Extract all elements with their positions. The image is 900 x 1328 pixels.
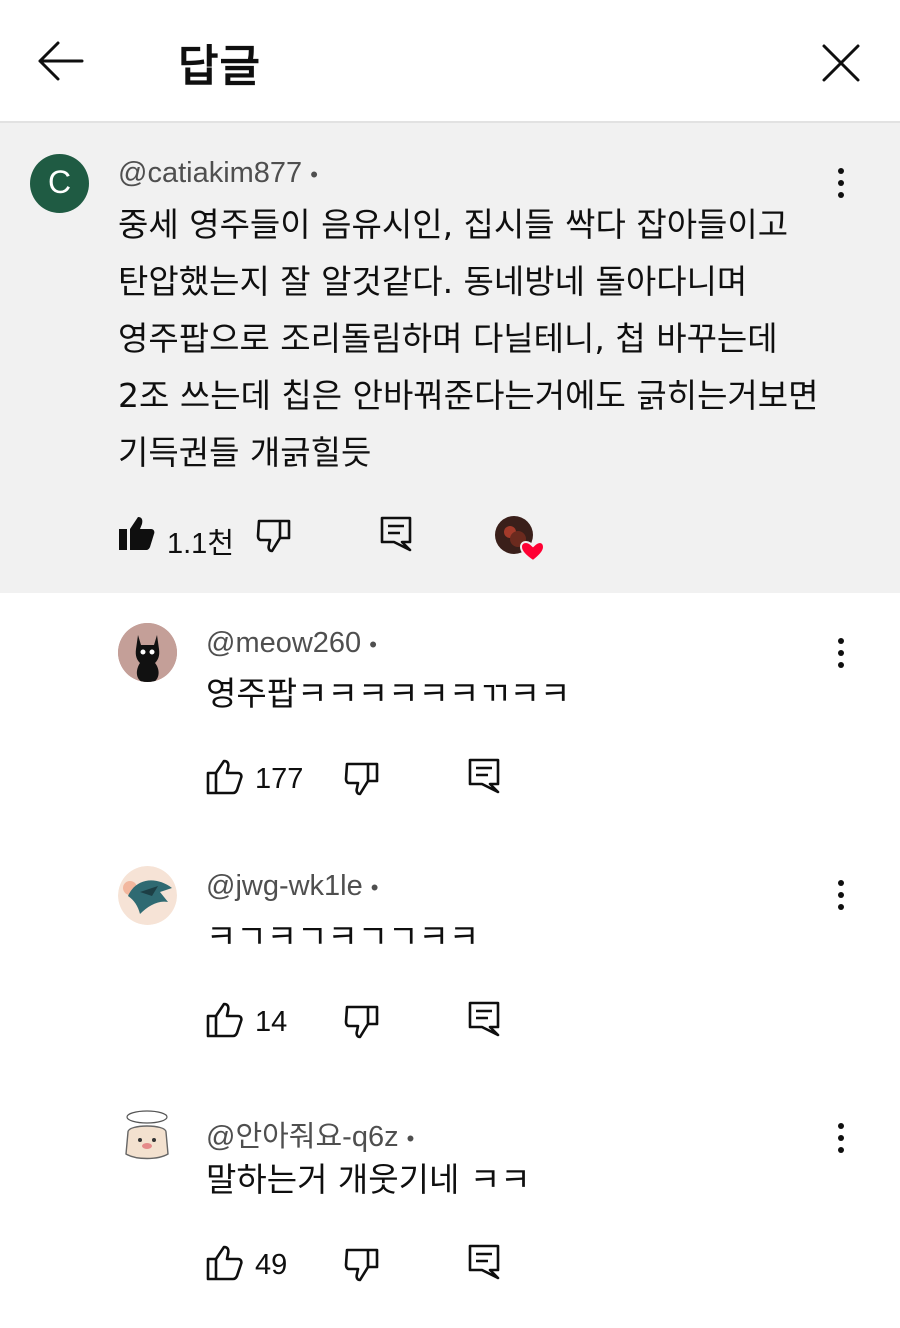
like-button[interactable]: [206, 1002, 244, 1038]
creator-avatar-heart-icon: [495, 516, 546, 563]
thumbs-up-icon: [206, 1245, 243, 1281]
reply-button[interactable]: [468, 1244, 500, 1280]
bear-avatar-icon: [118, 1108, 177, 1167]
comment-icon: [468, 1244, 500, 1280]
like-count: 177: [255, 763, 304, 795]
more-options-button[interactable]: [835, 638, 847, 676]
separator-dot: •: [310, 162, 318, 187]
comment-text: 영주팝ㅋㅋㅋㅋㅋㅋㄲㅋㅋ: [206, 674, 571, 713]
reply-button[interactable]: [468, 758, 500, 794]
dislike-button[interactable]: [344, 1004, 380, 1040]
comment-text: ㅋㄱㅋㄱㅋㄱㄱㅋㅋ: [206, 917, 480, 956]
like-count: 1.1천: [167, 528, 234, 560]
author-handle[interactable]: @catiakim877: [118, 157, 302, 189]
arrow-left-icon: [38, 41, 84, 81]
avatar[interactable]: [118, 623, 177, 682]
back-button[interactable]: [34, 38, 86, 84]
comment-icon: [380, 516, 412, 552]
separator-dot: •: [369, 632, 377, 657]
like-count: 49: [255, 1249, 288, 1281]
thumbs-down-icon: [256, 519, 291, 553]
thumbs-down-icon: [344, 762, 379, 796]
reply-button[interactable]: [380, 516, 412, 552]
header: 답글: [0, 0, 900, 123]
like-button[interactable]: [206, 759, 244, 795]
creator-heart: [494, 515, 546, 563]
author-handle[interactable]: @meow260: [206, 627, 361, 659]
thumbs-up-icon: [206, 759, 243, 795]
avatar[interactable]: C: [30, 154, 89, 213]
comment-author[interactable]: @안아줘요-q6z •: [206, 1113, 414, 1155]
page-title: 답글: [178, 41, 261, 92]
comment-icon: [468, 1001, 500, 1037]
more-vert-icon: [838, 880, 844, 886]
comment-author[interactable]: @jwg-wk1le •: [206, 870, 378, 903]
close-button[interactable]: [818, 40, 864, 86]
dislike-button[interactable]: [344, 1247, 380, 1283]
author-handle[interactable]: @안아줘요-q6z: [206, 1121, 399, 1153]
more-vert-icon: [838, 1123, 844, 1129]
comment-text: 중세 영주들이 음유시인, 집시들 싹다 잡아들이고 탄압했는지 잘 알것같다.…: [118, 205, 819, 472]
avatar[interactable]: [118, 1108, 177, 1167]
thumbs-down-icon: [344, 1005, 379, 1039]
close-icon: [822, 44, 860, 82]
like-button[interactable]: [206, 1245, 244, 1281]
dislike-button[interactable]: [256, 518, 292, 554]
bird-avatar-icon: [118, 866, 177, 925]
more-options-button[interactable]: [835, 880, 847, 918]
more-options-button[interactable]: [835, 1123, 847, 1161]
separator-dot: •: [370, 875, 379, 900]
more-vert-icon: [838, 168, 844, 174]
black-cat-avatar-icon: [118, 623, 177, 682]
comment-icon: [468, 758, 500, 794]
avatar[interactable]: [118, 866, 177, 925]
parent-comment: C @catiakim877 • 중세 영주들이 음유시인, 집시들 싹다 잡아들…: [0, 123, 900, 593]
comment-author[interactable]: @meow260 •: [206, 627, 377, 660]
dislike-button[interactable]: [344, 761, 380, 797]
separator-dot: •: [406, 1126, 415, 1151]
like-button[interactable]: [118, 515, 156, 551]
like-count: 14: [255, 1006, 288, 1038]
reply-button[interactable]: [468, 1001, 500, 1037]
thumbs-down-icon: [344, 1248, 379, 1282]
more-vert-icon: [838, 638, 844, 644]
thumbs-up-filled-icon: [119, 517, 155, 550]
comment-text: 말하는거 개웃기네 ㅋㅋ: [206, 1160, 531, 1199]
author-handle[interactable]: @jwg-wk1le: [206, 870, 363, 902]
comment-author[interactable]: @catiakim877 •: [118, 157, 318, 190]
thumbs-up-icon: [206, 1002, 243, 1038]
